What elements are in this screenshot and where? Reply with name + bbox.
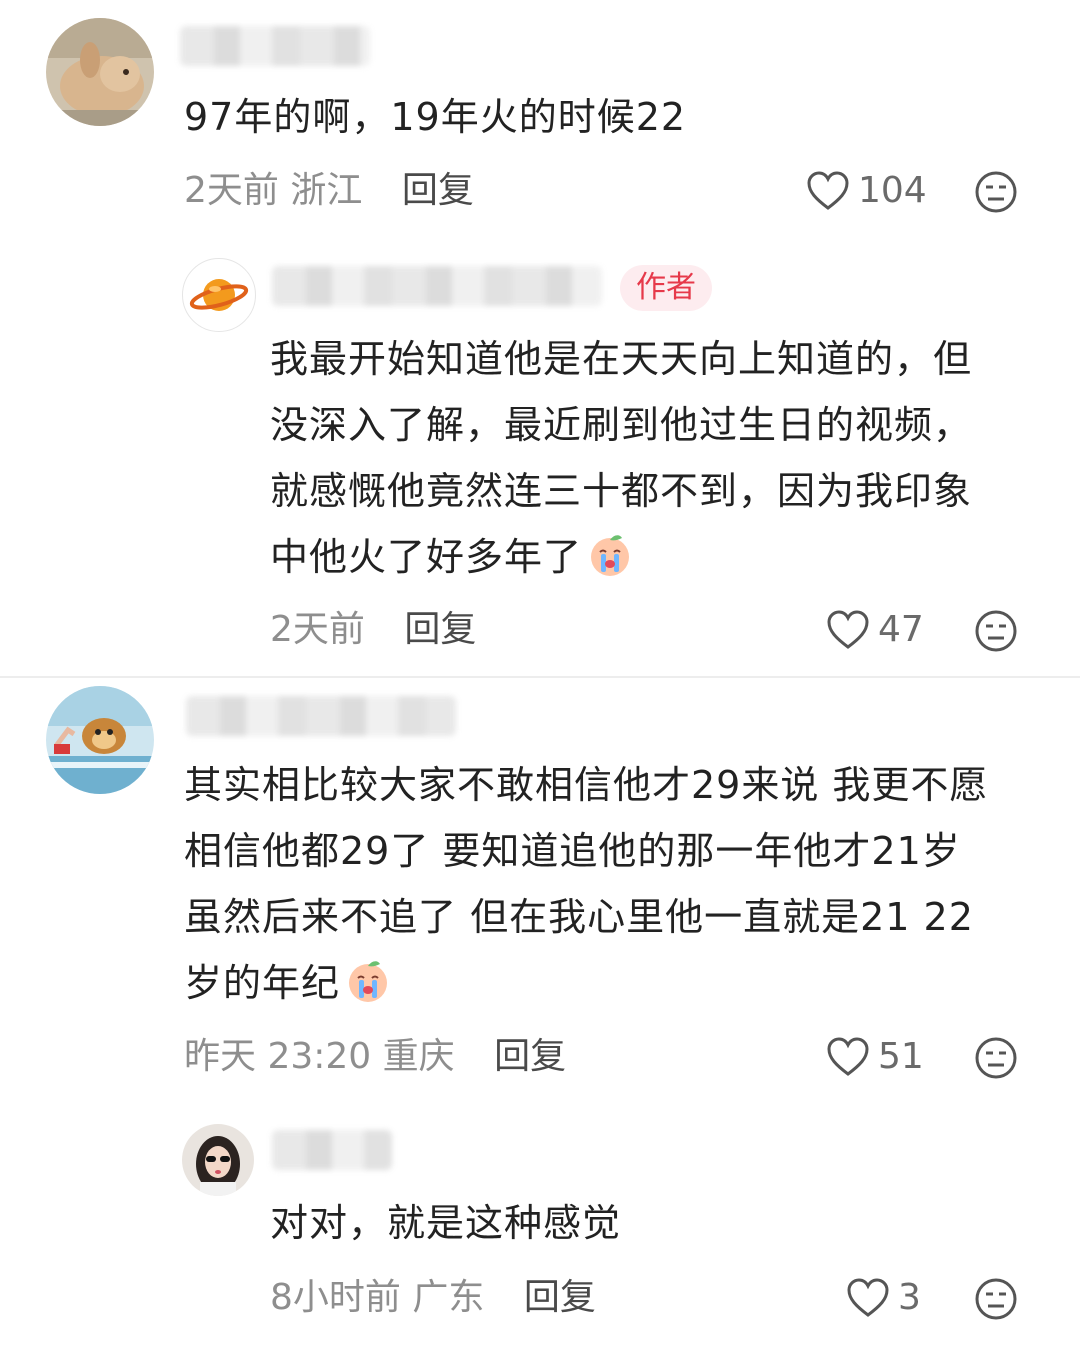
rabbit-avatar-image bbox=[46, 18, 154, 126]
comment-text-line: 我最开始知道他是在天天向上知道的，但 bbox=[270, 337, 973, 381]
comment-text-line: 97年的啊，19年火的时候22 bbox=[184, 95, 687, 139]
reply-button[interactable]: 回复 bbox=[524, 1277, 596, 1318]
comment-meta: 2天前 浙江 回复 bbox=[184, 167, 474, 215]
comment-text-line: 相信他都29了 要知道追他的那一年他才21岁 bbox=[184, 829, 961, 873]
meh-face-icon[interactable] bbox=[974, 170, 1018, 214]
like-button[interactable]: 104 bbox=[806, 167, 927, 215]
planet-avatar-image bbox=[189, 279, 249, 311]
comment-meta: 8小时前 广东 回复 bbox=[270, 1274, 596, 1322]
crying-peach-emoji bbox=[591, 535, 630, 576]
username-blurred[interactable] bbox=[180, 26, 370, 66]
reply-button[interactable]: 回复 bbox=[404, 609, 476, 650]
girl-avatar-image bbox=[182, 1124, 254, 1196]
username-blurred[interactable] bbox=[272, 1130, 392, 1170]
author-badge: 作者 bbox=[620, 265, 712, 311]
comment-location: 浙江 bbox=[290, 170, 363, 211]
like-button[interactable]: 3 bbox=[846, 1274, 921, 1322]
heart-outline-icon bbox=[827, 1037, 869, 1076]
reply-button[interactable]: 回复 bbox=[402, 170, 474, 211]
comment-time: 8小时前 bbox=[270, 1277, 401, 1318]
like-count: 51 bbox=[878, 1036, 924, 1077]
comment-time: 昨天 23:20 bbox=[184, 1036, 372, 1077]
heart-outline-icon bbox=[807, 171, 849, 210]
toy-dog-avatar-image bbox=[46, 686, 154, 794]
like-count: 104 bbox=[858, 170, 927, 211]
heart-outline-icon bbox=[847, 1278, 889, 1317]
avatar[interactable] bbox=[46, 18, 154, 126]
comment-text-line: 就感慨他竟然连三十都不到，因为我印象 bbox=[270, 469, 973, 513]
like-button[interactable]: 47 bbox=[826, 606, 924, 654]
avatar[interactable] bbox=[46, 686, 154, 794]
comment-meta: 昨天 23:20 重庆 回复 bbox=[184, 1033, 566, 1081]
heart-outline-icon bbox=[827, 610, 869, 649]
avatar[interactable] bbox=[182, 258, 256, 332]
crying-peach-emoji bbox=[349, 961, 388, 1002]
like-count: 3 bbox=[898, 1277, 921, 1318]
username-blurred[interactable] bbox=[272, 266, 602, 306]
comment-text-line-with-sticker: 中他火了好多年了 bbox=[270, 524, 634, 590]
comment-location: 重庆 bbox=[382, 1036, 455, 1077]
comment-meta: 2天前 回复 bbox=[270, 606, 476, 654]
meh-face-icon[interactable] bbox=[974, 1036, 1018, 1080]
comment-location: 广东 bbox=[412, 1277, 485, 1318]
meh-face-icon[interactable] bbox=[974, 609, 1018, 653]
comment-text-line: 虽然后来不追了 但在我心里他一直就是21 22 bbox=[184, 895, 974, 939]
comment-text-line: 岁的年纪 bbox=[184, 961, 341, 1005]
comment-time: 2天前 bbox=[270, 609, 365, 650]
like-button[interactable]: 51 bbox=[826, 1033, 924, 1081]
comment-text-line-with-sticker: 岁的年纪 bbox=[184, 950, 392, 1016]
comment-divider bbox=[0, 676, 1080, 678]
comment-text-line: 其实相比较大家不敢相信他才29来说 我更不愿 bbox=[184, 763, 989, 807]
reply-button[interactable]: 回复 bbox=[494, 1036, 566, 1077]
comment-text-line: 没深入了解，最近刷到他过生日的视频， bbox=[270, 403, 973, 447]
comment-text-line: 对对，就是这种感觉 bbox=[270, 1201, 622, 1245]
avatar[interactable] bbox=[182, 1124, 254, 1196]
meh-face-icon[interactable] bbox=[974, 1277, 1018, 1321]
comment-time: 2天前 bbox=[184, 170, 279, 211]
username-blurred[interactable] bbox=[186, 696, 456, 736]
comment-text-line: 中他火了好多年了 bbox=[270, 535, 583, 579]
like-count: 47 bbox=[878, 609, 924, 650]
